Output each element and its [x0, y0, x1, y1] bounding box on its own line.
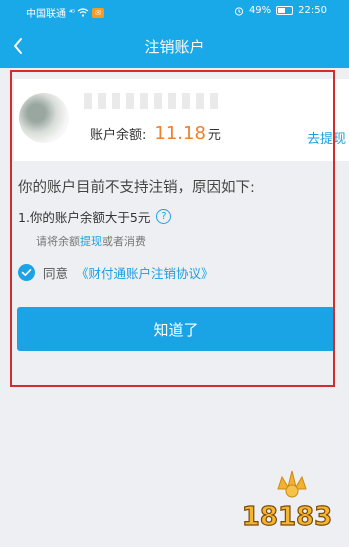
wifi-icon: [77, 8, 89, 17]
app-header: 中国联通 ⁴ᴳ ✉ 49% 22:50 注销账户: [0, 0, 349, 68]
signal-icon: ⁴ᴳ: [69, 8, 75, 17]
agreement-row: 同意 《财付通账户注销协议》: [18, 263, 214, 282]
masked-account-name: [84, 93, 224, 109]
status-left: 中国联通 ⁴ᴳ ✉: [26, 5, 105, 20]
alarm-icon: [234, 6, 244, 16]
avatar: [19, 93, 69, 143]
ok-button[interactable]: 知道了: [17, 307, 335, 351]
balance-value: 11.18: [154, 123, 206, 144]
watermark-text: 18183: [242, 502, 332, 532]
reasons-section: 你的账户目前不支持注销，原因如下: 1.你的账户余额大于5元 ? 请将余额提现或…: [14, 161, 349, 391]
balance-row: 账户余额: 11.18 元: [90, 123, 221, 144]
battery-icon: [276, 6, 294, 15]
watermark-logo: 18183: [241, 470, 333, 533]
reason-item-text: 1.你的账户余额大于5元: [18, 210, 151, 225]
agree-label: 同意: [43, 266, 69, 281]
question-icon[interactable]: ?: [156, 209, 172, 224]
clock: 22:50: [298, 5, 327, 16]
reason-item: 1.你的账户余额大于5元 ?: [18, 207, 172, 226]
reasons-title: 你的账户目前不支持注销，原因如下:: [18, 180, 255, 196]
status-right: 49% 22:50: [234, 5, 327, 16]
notification-badge-icon: ✉: [92, 7, 105, 18]
hint-prefix: 请将余额: [36, 235, 80, 248]
agreement-link[interactable]: 《财付通账户注销协议》: [76, 263, 214, 282]
status-bar: 中国联通 ⁴ᴳ ✉ 49% 22:50: [0, 0, 349, 22]
checkbox-checked-icon[interactable]: [18, 264, 35, 281]
balance-label: 账户余额:: [90, 128, 147, 143]
withdraw-link[interactable]: 去提现: [307, 128, 346, 147]
hint-withdraw-link[interactable]: 提现: [80, 235, 102, 248]
carrier-name: 中国联通: [26, 9, 66, 20]
balance-unit: 元: [207, 128, 221, 143]
account-card: 账户余额: 11.18 元 去提现: [14, 79, 349, 171]
battery-percent: 49%: [248, 5, 272, 16]
reason-hint: 请将余额提现或者消费: [36, 233, 146, 249]
hint-suffix: 或者消费: [102, 235, 146, 248]
page-title: 注销账户: [144, 38, 205, 56]
